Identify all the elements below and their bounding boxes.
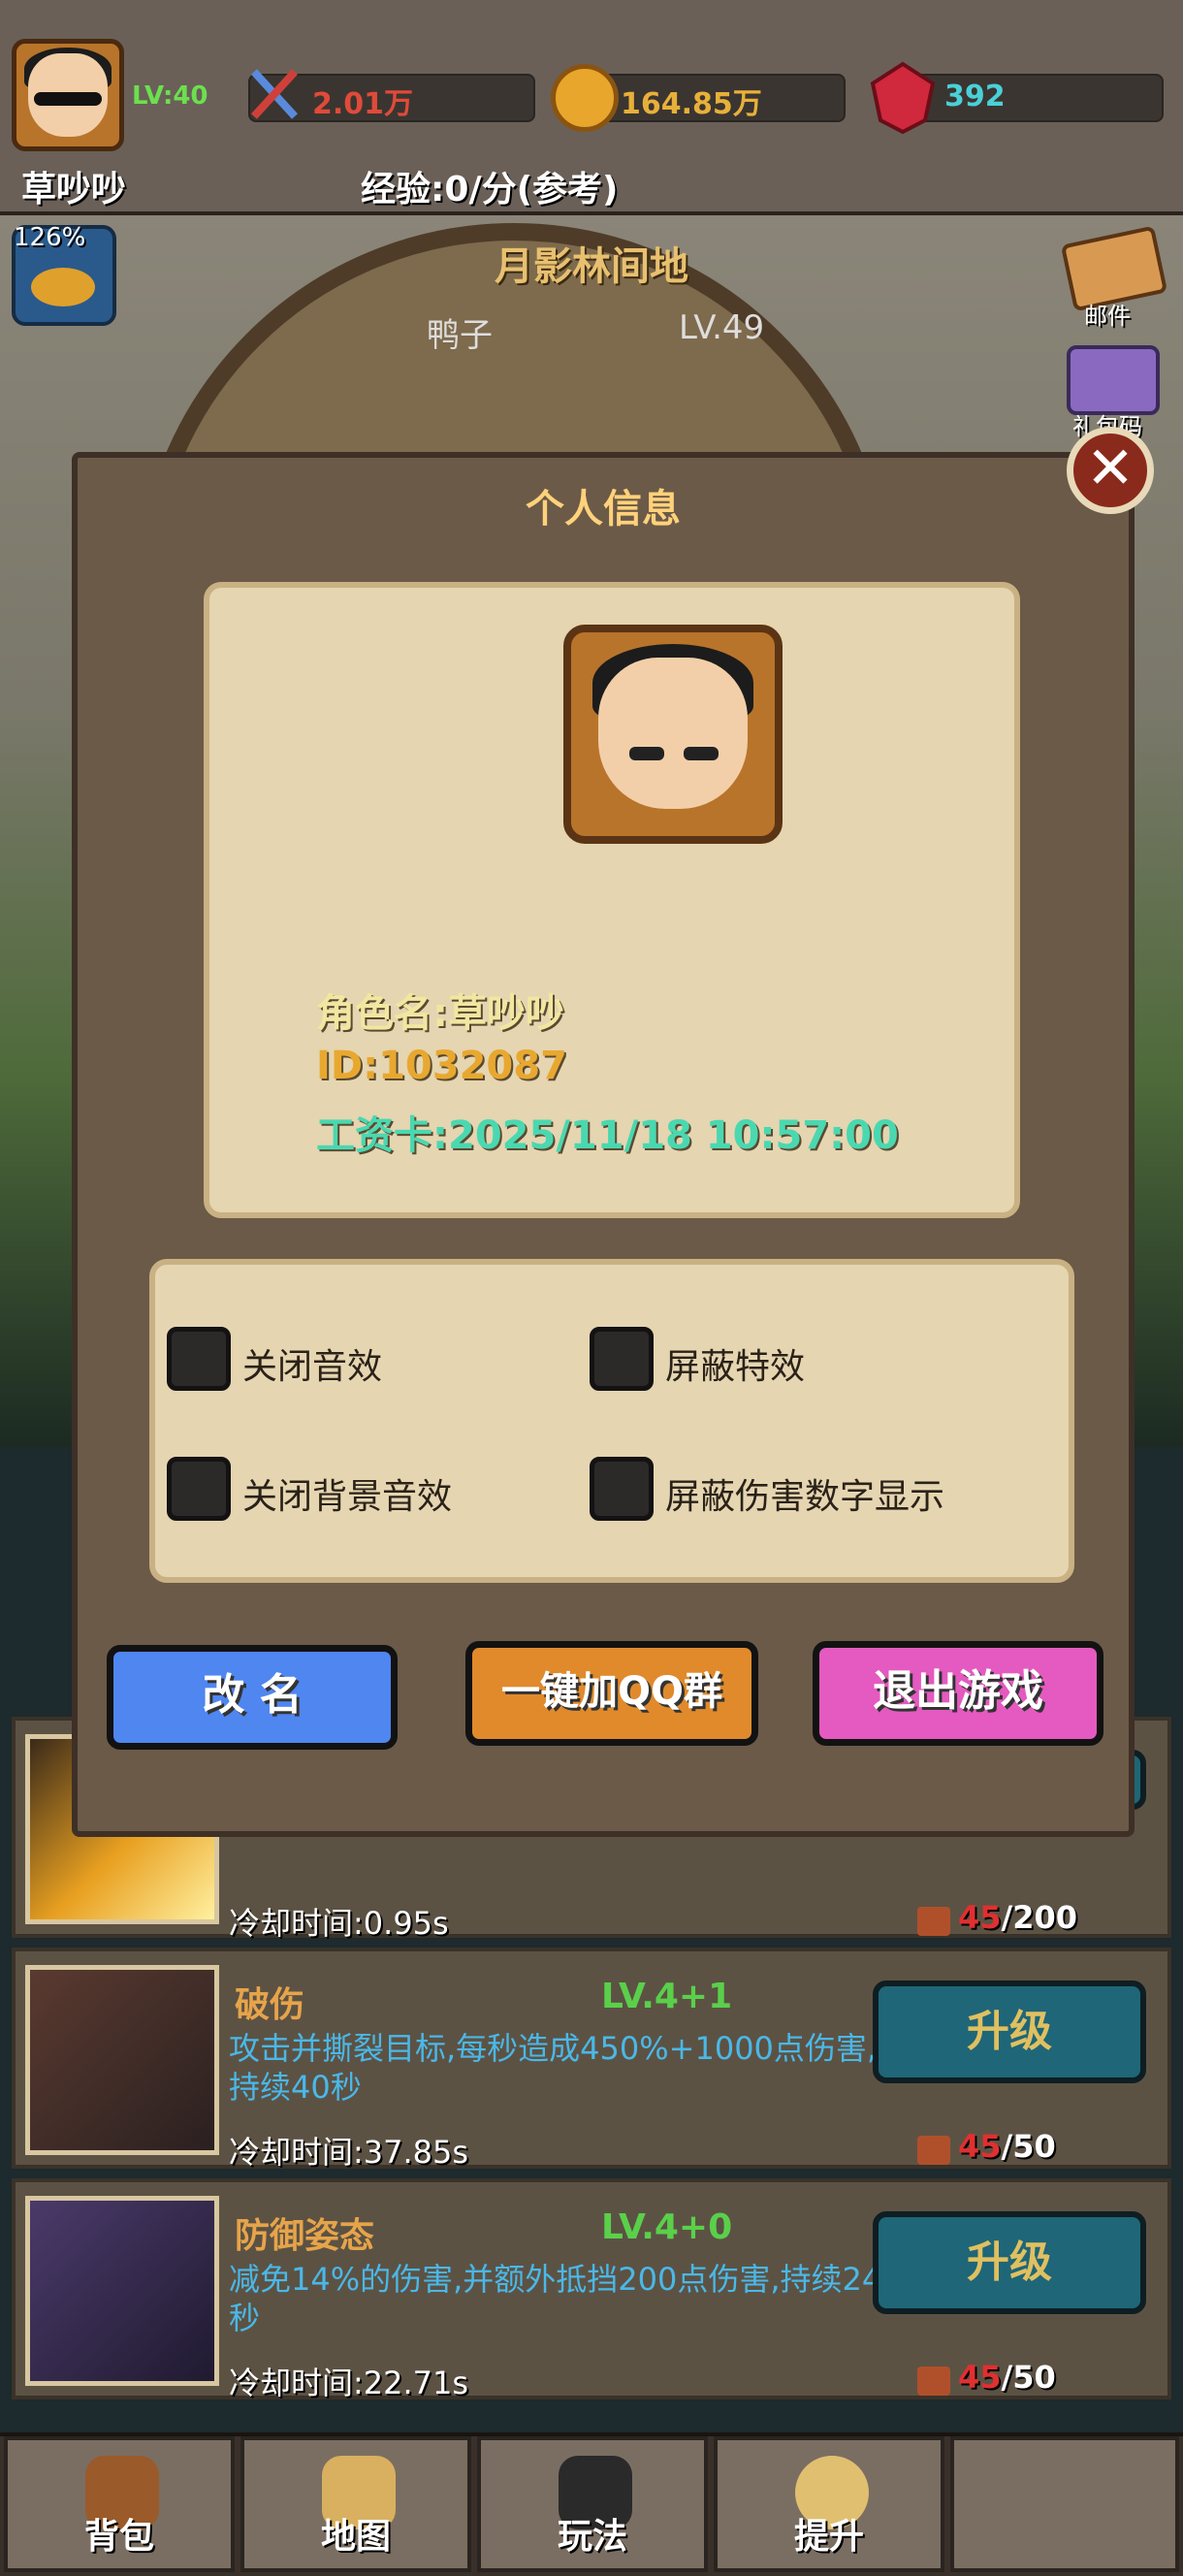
skill-name: 破伤 bbox=[235, 1985, 305, 2025]
profile-avatar bbox=[563, 625, 783, 844]
mute-sfx-checkbox[interactable] bbox=[167, 1327, 231, 1391]
skill-level: LV.4+1 bbox=[601, 1977, 733, 2016]
cost-need: /200 bbox=[1001, 1899, 1078, 1936]
hide-damage-numbers-label: 屏蔽伤害数字显示 bbox=[665, 1477, 945, 1517]
role-name: 角色名:草吵吵 bbox=[316, 991, 564, 1036]
map-name: 月影林间地 bbox=[495, 244, 688, 289]
nav-upgrade[interactable]: 提升 bbox=[714, 2436, 944, 2572]
upgrade-button[interactable]: 升级 bbox=[873, 2211, 1146, 2314]
enemy-level: LV.49 bbox=[679, 308, 765, 347]
gem-value: 392 bbox=[944, 80, 1006, 113]
skill-row: 破伤 LV.4+1 攻击并撕裂目标,每秒造成450%+1000点伤害,持续40秒… bbox=[12, 1948, 1171, 2171]
power-value: 2.01万 bbox=[312, 87, 414, 121]
exp-rate: 经验:0/分(参考) bbox=[361, 170, 619, 209]
player-name: 草吵吵 bbox=[21, 170, 127, 209]
cost-have: 45 bbox=[958, 2359, 1002, 2396]
mute-bgm-checkbox[interactable] bbox=[167, 1457, 231, 1521]
nav-gameplay[interactable]: 玩法 bbox=[477, 2436, 708, 2572]
modal-title: 个人信息 bbox=[526, 487, 681, 531]
close-icon[interactable]: ✕ bbox=[1067, 427, 1154, 514]
skill-cooldown: 冷却时间:0.95s bbox=[229, 1905, 449, 1942]
info-card: 角色名:草吵吵 ID:1032087 工资卡:2025/11/18 10:57:… bbox=[204, 582, 1020, 1218]
skill-cooldown: 冷却时间:37.85s bbox=[229, 2134, 469, 2171]
player-level: LV:40 bbox=[132, 81, 208, 111]
skill-row: 防御姿态 LV.4+0 减免14%的伤害,并额外抵挡200点伤害,持续24秒 冷… bbox=[12, 2178, 1171, 2401]
nav-map[interactable]: 地图 bbox=[240, 2436, 471, 2572]
hide-effects-label: 屏蔽特效 bbox=[665, 1347, 806, 1387]
profile-modal: 个人信息 角色名:草吵吵 ID:1032087 工资卡:2025/11/18 1… bbox=[72, 452, 1135, 1837]
cost-have: 45 bbox=[958, 1899, 1002, 1936]
salary-card: 工资卡:2025/11/18 10:57:00 bbox=[316, 1113, 899, 1158]
skill-book-icon bbox=[917, 2136, 950, 2165]
upgrade-button[interactable]: 升级 bbox=[873, 1980, 1146, 2083]
gift-chest-icon[interactable] bbox=[1067, 345, 1160, 415]
gem-box bbox=[902, 74, 1164, 122]
hide-damage-numbers-checkbox[interactable] bbox=[590, 1457, 654, 1521]
cost-need: /50 bbox=[1001, 2128, 1056, 2165]
player-avatar[interactable] bbox=[12, 39, 124, 151]
nav-bag[interactable]: 背包 bbox=[4, 2436, 235, 2572]
rename-button[interactable]: 改 名 bbox=[107, 1645, 398, 1750]
mail-label: 邮件 bbox=[1084, 303, 1131, 330]
cost-need: /50 bbox=[1001, 2359, 1056, 2396]
skill-icon bbox=[25, 2196, 219, 2386]
mute-bgm-label: 关闭背景音效 bbox=[242, 1477, 453, 1517]
cost-have: 45 bbox=[958, 2128, 1002, 2165]
hide-effects-checkbox[interactable] bbox=[590, 1327, 654, 1391]
skill-description: 减免14%的伤害,并额外抵挡200点伤害,持续24秒 bbox=[229, 2261, 882, 2336]
enemy-name: 鸭子 bbox=[427, 316, 493, 355]
skill-description: 攻击并撕裂目标,每秒造成450%+1000点伤害,持续40秒 bbox=[229, 2030, 878, 2106]
nav-empty[interactable] bbox=[950, 2436, 1179, 2572]
skill-book-icon bbox=[917, 1907, 950, 1936]
skill-icon bbox=[25, 1965, 219, 2155]
join-qq-button[interactable]: 一键加QQ群 bbox=[465, 1641, 758, 1746]
ruby-gem-icon bbox=[869, 60, 937, 135]
gold-value: 164.85万 bbox=[621, 87, 762, 121]
exit-game-button[interactable]: 退出游戏 bbox=[813, 1641, 1103, 1746]
mute-sfx-label: 关闭音效 bbox=[242, 1347, 383, 1387]
skill-level: LV.4+0 bbox=[601, 2207, 733, 2247]
skill-name: 防御姿态 bbox=[235, 2216, 375, 2256]
settings-card: 关闭音效 屏蔽特效 关闭背景音效 屏蔽伤害数字显示 bbox=[149, 1259, 1074, 1583]
skill-book-icon bbox=[917, 2367, 950, 2396]
skill-cooldown: 冷却时间:22.71s bbox=[229, 2365, 469, 2401]
player-id: ID:1032087 bbox=[316, 1044, 567, 1088]
crossed-swords-icon bbox=[248, 64, 301, 124]
gold-coin-icon bbox=[551, 64, 619, 132]
